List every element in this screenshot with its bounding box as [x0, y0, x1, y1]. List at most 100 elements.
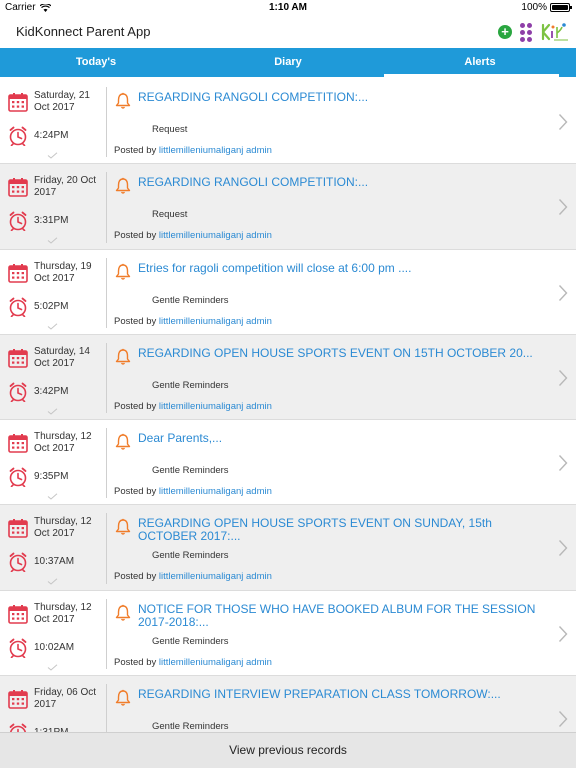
- tab-diary[interactable]: Diary: [192, 48, 384, 77]
- posted-by-author[interactable]: littlemilleniumaliganj admin: [159, 571, 272, 582]
- alert-title[interactable]: Dear Parents,...: [138, 432, 543, 445]
- calendar-icon: [8, 433, 28, 453]
- page-title: KidKonnect Parent App: [16, 24, 151, 39]
- alert-title[interactable]: REGARDING RANGOLI COMPETITION:...: [138, 176, 543, 189]
- chevron-right-icon[interactable]: [558, 113, 568, 131]
- alert-category: Gentle Reminders: [152, 721, 229, 732]
- chevron-right-icon[interactable]: [558, 284, 568, 302]
- read-check-icon: [47, 146, 58, 159]
- alert-row[interactable]: Thursday, 12 Oct 2017 10:37AM REGARDING OP…: [0, 505, 576, 591]
- posted-by-author[interactable]: littlemilleniumaliganj admin: [159, 230, 272, 241]
- chevron-right-icon[interactable]: [558, 198, 568, 216]
- row-divider: [106, 428, 107, 499]
- alert-title[interactable]: REGARDING INTERVIEW PREPARATION CLASS TO…: [138, 688, 543, 701]
- alert-list: Saturday, 21 Oct 2017 4:24PM REGARDING RAN…: [0, 79, 576, 732]
- row-divider: [106, 87, 107, 158]
- alert-row[interactable]: Thursday, 12 Oct 2017 10:02AM NOTICE FOR T…: [0, 591, 576, 677]
- alert-date: Thursday, 12 Oct 2017: [34, 601, 92, 625]
- status-bar: Carrier 1:10 AM 100%: [0, 0, 576, 16]
- read-check-icon: [47, 572, 58, 586]
- chevron-right-icon[interactable]: [558, 710, 568, 728]
- status-time: 1:10 AM: [269, 2, 307, 13]
- battery-icon: [550, 3, 572, 12]
- alert-title[interactable]: Etries for ragoli competition will close…: [138, 261, 543, 275]
- row-divider: [106, 598, 107, 670]
- tab-todays[interactable]: Today's: [0, 48, 192, 77]
- bell-icon: [114, 92, 132, 110]
- alert-row[interactable]: Friday, 06 Oct 20171:31PMREGARDING INTER…: [0, 676, 576, 732]
- chevron-right-icon[interactable]: [558, 369, 568, 387]
- app-root: Carrier 1:10 AM 100% KidKonnect Parent A…: [0, 0, 576, 768]
- alert-category: Gentle Reminders: [152, 379, 229, 391]
- read-check-icon: [47, 317, 58, 330]
- alert-date: Friday, 06 Oct 2017: [34, 687, 97, 711]
- alert-title[interactable]: NOTICE FOR THOSE WHO HAVE BOOKED ALBUM F…: [138, 602, 543, 629]
- bell-icon: [114, 348, 132, 366]
- alert-time: 10:37AM: [34, 556, 75, 568]
- alert-time: 10:02AM: [34, 641, 75, 653]
- posted-by-line: Posted by littlemilleniumaliganj admin: [114, 401, 272, 412]
- alert-row[interactable]: Saturday, 14 Oct 2017 3:42PM REGARDING OPE…: [0, 334, 576, 421]
- posted-by-author[interactable]: littlemilleniumaliganj admin: [159, 657, 272, 668]
- alert-time: 5:02PM: [34, 300, 69, 312]
- status-right: 100%: [521, 2, 572, 13]
- alert-title[interactable]: REGARDING RANGOLI COMPETITION:...: [138, 91, 543, 104]
- alarm-clock-icon: [8, 638, 28, 659]
- row-divider: [106, 513, 107, 584]
- bell-icon: [114, 433, 132, 451]
- posted-by-author[interactable]: littlemilleniumaliganj admin: [159, 486, 272, 497]
- alert-row[interactable]: Friday, 20 Oct 2017 3:31PM REGARDING RANGO…: [0, 164, 576, 250]
- calendar-icon: [8, 348, 28, 368]
- posted-by-author[interactable]: littlemilleniumaliganj admin: [159, 401, 272, 412]
- alarm-clock-icon: [8, 126, 28, 147]
- alert-category: Gentle Reminders: [152, 635, 229, 647]
- row-divider: [106, 172, 107, 243]
- alert-row[interactable]: Thursday, 12 Oct 2017 9:35PM Dear Parents,…: [0, 420, 576, 506]
- chevron-right-icon[interactable]: [558, 539, 568, 557]
- battery-percent: 100%: [521, 2, 547, 13]
- chevron-right-icon[interactable]: [558, 625, 568, 643]
- alarm-clock-icon: [8, 297, 28, 317]
- alert-category: Gentle Reminders: [152, 550, 229, 562]
- bell-icon: [114, 177, 132, 195]
- nav-actions: +: [498, 21, 570, 43]
- alert-date: Thursday, 19 Oct 2017: [34, 260, 92, 284]
- alert-title[interactable]: REGARDING OPEN HOUSE SPORTS EVENT ON SUN…: [138, 517, 543, 543]
- alert-category: Gentle Reminders: [152, 465, 229, 477]
- posted-by-author[interactable]: littlemilleniumaliganj admin: [159, 145, 272, 156]
- alert-date: Thursday, 12 Oct 2017: [34, 431, 92, 455]
- alert-title[interactable]: REGARDING OPEN HOUSE SPORTS EVENT ON 15T…: [138, 346, 543, 360]
- alarm-clock-icon: [8, 552, 28, 573]
- row-divider: [106, 684, 107, 732]
- alert-row[interactable]: Thursday, 19 Oct 2017 5:02PM Etries for ra…: [0, 250, 576, 335]
- calendar-icon: [8, 177, 28, 198]
- chevron-right-icon[interactable]: [558, 454, 568, 472]
- posted-by-author[interactable]: littlemilleniumaliganj admin: [159, 316, 272, 327]
- alert-time: 9:35PM: [34, 471, 69, 483]
- read-check-icon: [47, 402, 58, 415]
- posted-by-line: Posted by littlemilleniumaliganj admin: [114, 230, 272, 241]
- bell-icon: [114, 604, 132, 622]
- posted-by-label: Posted by: [114, 145, 157, 156]
- alarm-clock-icon: [8, 382, 28, 403]
- alert-date: Friday, 20 Oct 2017: [34, 175, 97, 199]
- calendar-icon: [8, 92, 28, 112]
- view-previous-records-button[interactable]: View previous records: [0, 732, 576, 768]
- calendar-icon: [8, 689, 28, 709]
- posted-by-label: Posted by: [114, 230, 157, 242]
- posted-by-label: Posted by: [114, 571, 157, 583]
- tab-alerts[interactable]: Alerts: [384, 48, 576, 77]
- grid-menu-icon[interactable]: [520, 22, 532, 42]
- alert-date: Saturday, 21 Oct 2017: [34, 90, 90, 113]
- add-icon[interactable]: +: [498, 25, 512, 39]
- bell-icon: [114, 263, 132, 281]
- read-check-icon: [47, 231, 58, 244]
- alert-row[interactable]: Saturday, 21 Oct 2017 4:24PM REGARDING RAN…: [0, 79, 576, 165]
- alert-category: Request: [152, 209, 188, 221]
- posted-by-label: Posted by: [114, 486, 157, 498]
- tab-bar: Today's Diary Alerts: [0, 48, 576, 77]
- alert-date: Thursday, 12 Oct 2017: [34, 516, 92, 540]
- alarm-clock-icon: [8, 723, 28, 732]
- bell-icon: [114, 518, 132, 536]
- read-check-icon: [47, 658, 58, 671]
